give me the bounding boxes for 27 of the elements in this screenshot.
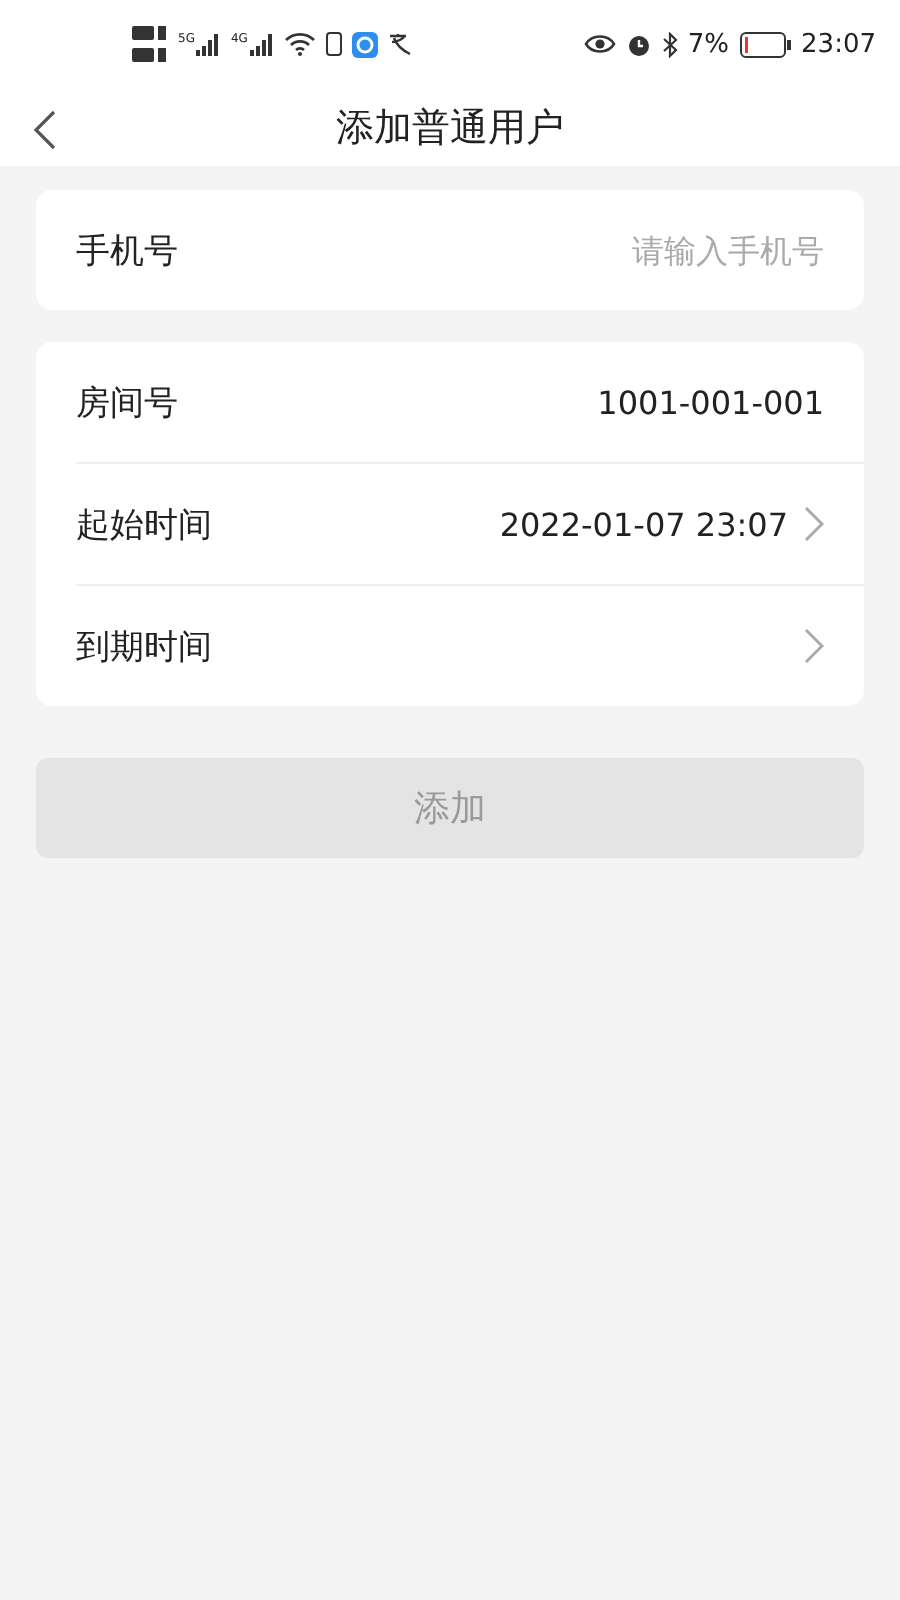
hd-icon (132, 24, 168, 64)
back-icon (32, 110, 56, 150)
translate-icon (387, 32, 414, 56)
field-label: 到期时间 (76, 625, 214, 669)
field-value: 1001-001-001 (597, 383, 824, 421)
field-label: 起始时间 (76, 503, 214, 547)
field-value: 2022-01-07 23:07 (499, 505, 788, 543)
wifi-icon (283, 32, 316, 56)
sim-icon (325, 32, 342, 56)
page-title: 添加普通用户 (336, 103, 564, 153)
chevron-right-icon (804, 628, 824, 664)
picker-row[interactable]: 到期时间 (76, 584, 864, 706)
app-icon (351, 31, 378, 57)
field-label: 房间号 (76, 381, 180, 425)
phone-input[interactable]: 请输入手机号 (504, 231, 824, 269)
clock-time: 23:07 (801, 29, 876, 59)
chevron-right-icon (804, 506, 824, 542)
field-label: 手机号 (76, 229, 180, 273)
picker-row[interactable]: 起始时间 2022-01-07 23:07 (76, 462, 864, 584)
battery-percent: 7% (687, 29, 730, 59)
alarm-icon (625, 31, 652, 57)
signal-icon (249, 33, 274, 55)
bluetooth-icon (661, 31, 678, 57)
signal-icon (196, 33, 221, 55)
back-button[interactable] (28, 106, 60, 154)
battery-icon (739, 31, 792, 57)
eye-icon (583, 34, 616, 54)
